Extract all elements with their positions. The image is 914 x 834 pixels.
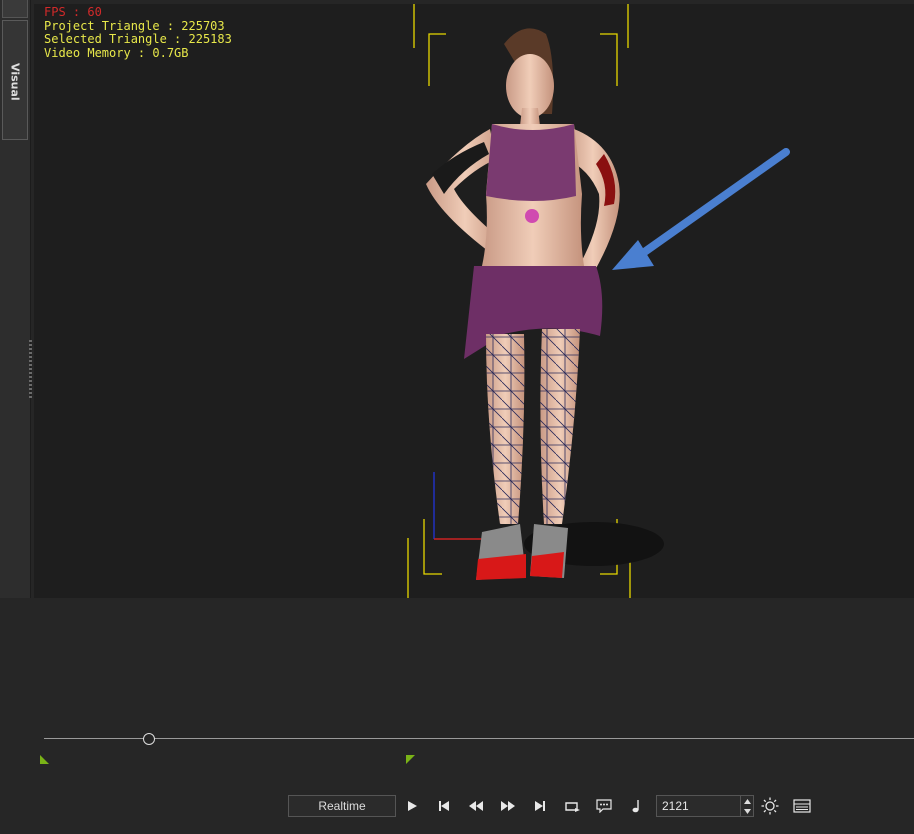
loop-icon[interactable] [556,795,588,817]
side-top-tab[interactable] [2,0,28,18]
viewport-stats: FPS : 60 Project Triangle : 225703 Selec… [44,5,232,60]
step-back-icon[interactable] [460,795,492,817]
range-start-marker[interactable] [40,755,49,764]
frame-number-value: 2121 [662,799,689,813]
timeline-panel: Realtime 2121 [0,598,914,834]
go-to-start-icon[interactable] [428,795,460,817]
timeline-track[interactable] [44,738,914,739]
audio-note-icon[interactable] [620,795,652,817]
selected-triangle-readout: Selected Triangle : 225183 [44,32,232,46]
sun-icon[interactable] [754,795,786,817]
character-model[interactable] [426,28,620,580]
fps-readout: FPS : 60 [44,5,102,19]
visual-tab-label: Visual [8,63,22,101]
side-panel-strip: Visual [0,0,31,600]
range-end-marker[interactable] [406,755,415,764]
play-icon[interactable] [396,795,428,817]
annotation-arrow [612,148,790,270]
frame-spinner[interactable] [740,796,753,816]
panel-layout-icon[interactable] [786,795,818,817]
transform-gizmo[interactable] [433,472,496,540]
project-triangle-readout: Project Triangle : 225703 [44,18,225,33]
playhead-knob[interactable] [143,733,156,745]
step-forward-icon[interactable] [492,795,524,817]
scene-render [407,4,790,598]
visual-tab[interactable]: Visual [2,20,28,140]
go-to-end-icon[interactable] [524,795,556,817]
subtitle-icon[interactable] [588,795,620,817]
frame-number-field[interactable]: 2121 [656,795,754,817]
panel-resize-grip[interactable] [29,340,32,398]
realtime-button[interactable]: Realtime [288,795,396,817]
3d-viewport[interactable]: FPS : 60 Project Triangle : 225703 Selec… [34,4,914,598]
video-memory-readout: Video Memory : 0.7GB [44,45,189,60]
playback-controls: Realtime 2121 [288,794,818,818]
